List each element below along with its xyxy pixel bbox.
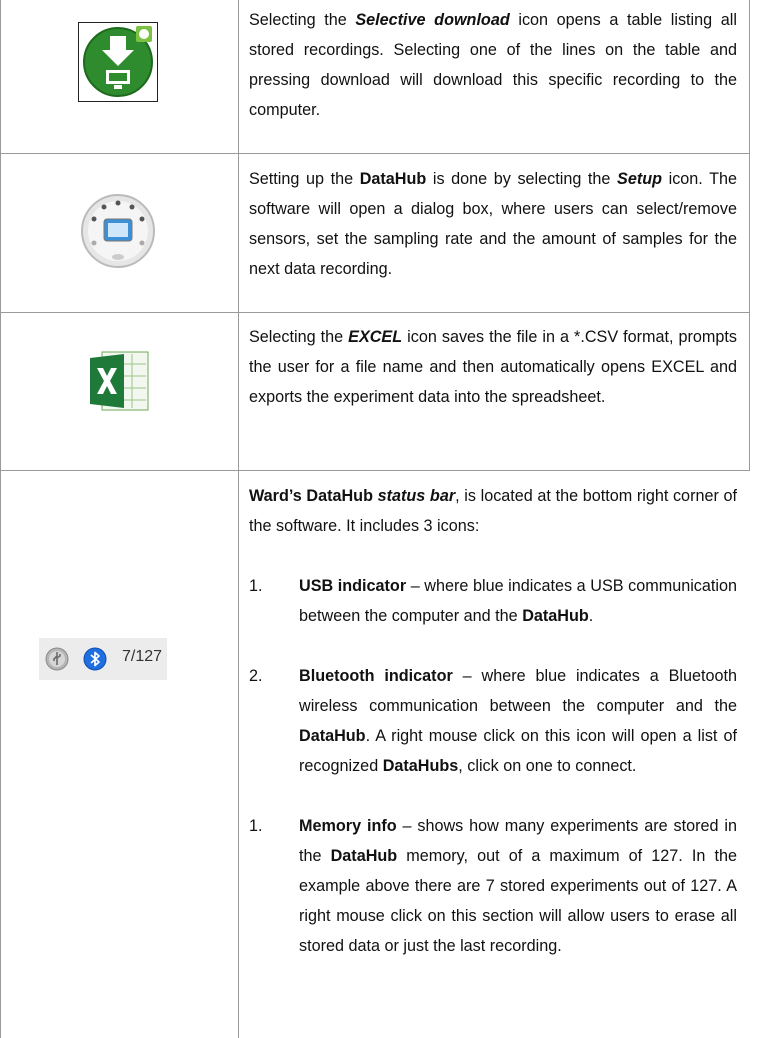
selective-download-icon [78, 22, 158, 102]
excel-description: Selecting the EXCEL icon saves the file … [249, 328, 738, 406]
selective-download-description: Selecting the Selective download icon op… [249, 11, 737, 119]
status-bar-intro: Ward’s DataHub status bar, is located at… [249, 487, 737, 535]
list-item-bluetooth: 2. Bluetooth indicator – where blue indi… [249, 667, 738, 775]
memory-info-text: 7/127 [122, 648, 163, 665]
table-border-left [0, 0, 1, 1038]
status-bar-description: Ward’s DataHub status bar, is located at… [249, 481, 737, 961]
row-divider [0, 312, 750, 313]
usb-indicator-icon [45, 647, 69, 671]
list-item-usb: 1. USB indicator – where blue indicates … [249, 577, 737, 625]
status-bar-icon: 7/127 [39, 638, 167, 680]
datahub-setup-icon [78, 191, 158, 271]
bluetooth-indicator-icon [83, 647, 107, 671]
row-divider [0, 470, 750, 471]
document-page: Selecting the Selective download icon op… [0, 0, 759, 1038]
table-border-right [749, 0, 750, 470]
list-item-memory: 1. Memory info – shows how many experime… [249, 817, 737, 955]
row-divider [0, 153, 750, 154]
excel-icon [88, 350, 150, 412]
setup-description: Setting up the DataHub is done by select… [249, 170, 737, 278]
table-border-divider [238, 0, 239, 1038]
